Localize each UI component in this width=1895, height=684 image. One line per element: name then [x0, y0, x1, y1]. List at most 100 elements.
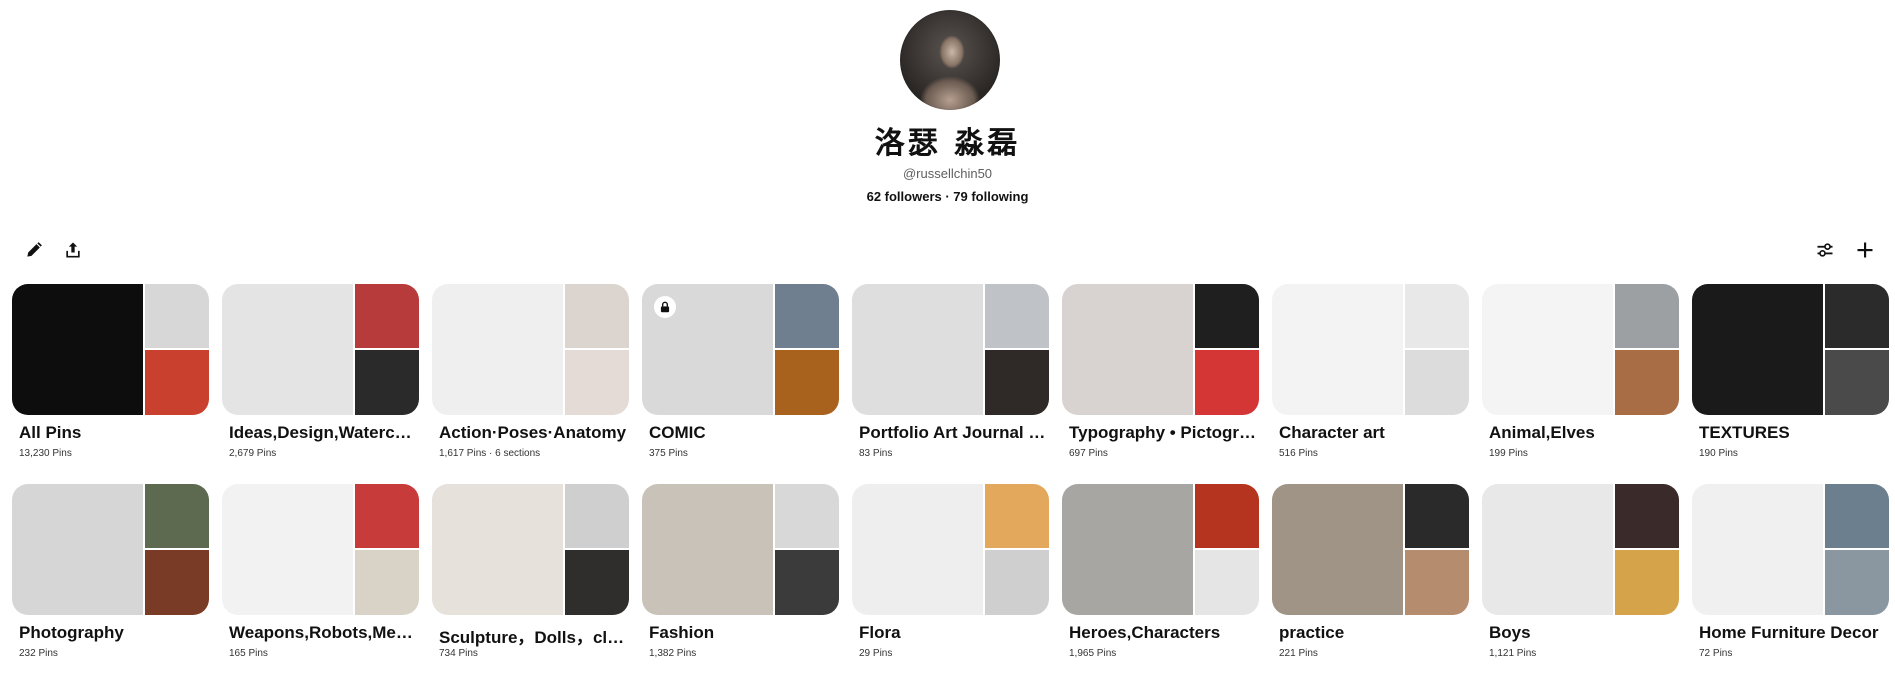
- board-cover-thumbnail: [1405, 284, 1469, 348]
- filter-button[interactable]: [1811, 236, 1839, 264]
- board-pin-count: 29 Pins: [859, 648, 893, 659]
- board-cover-main-image: [1062, 484, 1193, 615]
- board-pin-count: 375 Pins: [649, 448, 688, 459]
- create-button[interactable]: [1851, 236, 1879, 264]
- board-cover-main-image: [222, 484, 353, 615]
- board-cover[interactable]: [12, 484, 209, 615]
- board-card[interactable]: Flora 29 Pins: [852, 484, 1049, 684]
- board-cover-thumbnail: [1195, 350, 1259, 415]
- board-cover-thumbnail: [775, 484, 839, 548]
- board-cover[interactable]: [222, 484, 419, 615]
- board-cover[interactable]: [1062, 484, 1259, 615]
- board-pin-count: 1,617 Pins · 6 sections: [439, 448, 541, 459]
- board-pin-count: 232 Pins: [19, 648, 58, 659]
- board-card[interactable]: Boys 1,121 Pins: [1482, 484, 1679, 684]
- board-cover[interactable]: [1692, 284, 1889, 415]
- board-cover-thumbnail: [1195, 284, 1259, 348]
- board-card[interactable]: All Pins 13,230 Pins: [12, 284, 209, 484]
- board-card[interactable]: Character art 516 Pins: [1272, 284, 1469, 484]
- board-card[interactable]: Animal,Elves 199 Pins: [1482, 284, 1679, 484]
- board-cover-thumbnail: [985, 484, 1049, 548]
- board-cover-main-image: [1692, 284, 1823, 415]
- board-cover-main-image: [1482, 284, 1613, 415]
- board-cover-thumbnail: [145, 284, 209, 348]
- board-title: All Pins: [19, 423, 82, 442]
- board-title: Animal,Elves: [1489, 423, 1595, 442]
- board-cover[interactable]: [12, 284, 209, 415]
- board-cover-thumbnail: [1405, 484, 1469, 548]
- pencil-icon: [27, 242, 42, 257]
- board-cover-thumbnail: [565, 484, 629, 548]
- board-cover-thumbnail: [355, 350, 419, 415]
- board-card[interactable]: Heroes,Characters 1,965 Pins: [1062, 484, 1259, 684]
- board-title: Action·Poses·Anatomy: [439, 423, 627, 442]
- board-card[interactable]: Ideas,Design,Watercolor 2,679 Pins: [222, 284, 419, 484]
- plus-icon: [1857, 242, 1873, 258]
- board-cover-thumbnail: [985, 550, 1049, 615]
- board-cover[interactable]: [1692, 484, 1889, 615]
- board-cover-thumbnail: [355, 484, 419, 548]
- profile-handle: @russellchin50: [902, 166, 993, 181]
- board-cover[interactable]: [852, 284, 1049, 415]
- board-title: Typography • Pictograms: [1069, 423, 1259, 442]
- board-cover-thumbnail: [355, 284, 419, 348]
- board-title: Fashion: [649, 623, 715, 642]
- board-card[interactable]: Sculpture，Dolls，clays 734 Pins: [432, 484, 629, 684]
- board-card[interactable]: Weapons,Robots,Mechas 165 Pins: [222, 484, 419, 684]
- board-pin-count: 1,965 Pins: [1069, 648, 1117, 659]
- board-cover[interactable]: [1482, 484, 1679, 615]
- board-cover[interactable]: [1272, 484, 1469, 615]
- board-cover[interactable]: [852, 484, 1049, 615]
- board-cover-thumbnail: [1825, 284, 1889, 348]
- board-cover-main-image: [1272, 484, 1403, 615]
- board-cover[interactable]: [1062, 284, 1259, 415]
- sliders-icon: [1817, 243, 1833, 257]
- board-cover-thumbnail: [565, 350, 629, 415]
- board-cover-thumbnail: [1615, 484, 1679, 548]
- board-cover[interactable]: [1272, 284, 1469, 415]
- board-title: Heroes,Characters: [1069, 623, 1221, 642]
- board-pin-count: 83 Pins: [859, 448, 893, 459]
- board-cover-main-image: [12, 484, 143, 615]
- board-cover-main-image: [1692, 484, 1823, 615]
- board-card[interactable]: Action·Poses·Anatomy 1,617 Pins · 6 secti…: [432, 284, 629, 484]
- board-cover-thumbnail: [145, 484, 209, 548]
- board-pin-count: 221 Pins: [1279, 648, 1318, 659]
- board-cover-thumbnail: [145, 550, 209, 615]
- board-card[interactable]: practice 221 Pins: [1272, 484, 1469, 684]
- edit-button[interactable]: [20, 236, 48, 264]
- board-cover-thumbnail: [1615, 284, 1679, 348]
- board-cover[interactable]: [1482, 284, 1679, 415]
- board-cover-thumbnail: [145, 350, 209, 415]
- follow-stats[interactable]: 62 followers · 79 following: [0, 189, 1895, 204]
- board-pin-count: 1,121 Pins: [1489, 648, 1537, 659]
- board-card[interactable]: COMIC 375 Pins: [642, 284, 839, 484]
- board-card[interactable]: Photography 232 Pins: [12, 484, 209, 684]
- board-pin-count: 697 Pins: [1069, 448, 1108, 459]
- board-card[interactable]: TEXTURES 190 Pins: [1692, 284, 1889, 484]
- board-pin-count: 1,382 Pins: [649, 648, 697, 659]
- board-title: Flora: [859, 623, 901, 642]
- board-cover[interactable]: [642, 484, 839, 615]
- board-cover-main-image: [852, 484, 983, 615]
- board-card[interactable]: Portfolio Art Journal Sketchbook 83 Pins: [852, 284, 1049, 484]
- board-cover[interactable]: [642, 284, 839, 415]
- board-cover-thumbnail: [1615, 550, 1679, 615]
- board-cover-thumbnail: [565, 550, 629, 615]
- board-card[interactable]: Fashion 1,382 Pins: [642, 484, 839, 684]
- board-pin-count: 190 Pins: [1699, 448, 1738, 459]
- board-card[interactable]: Home Furniture Decor 72 Pins: [1692, 484, 1889, 684]
- board-cover[interactable]: [432, 484, 629, 615]
- board-card[interactable]: Typography • Pictograms 697 Pins: [1062, 284, 1259, 484]
- board-cover-thumbnail: [1405, 350, 1469, 415]
- upload-icon: [66, 242, 80, 258]
- board-title: practice: [1279, 623, 1345, 642]
- share-button[interactable]: [59, 236, 87, 264]
- board-cover-thumbnail: [1825, 550, 1889, 615]
- board-cover[interactable]: [222, 284, 419, 415]
- board-cover[interactable]: [432, 284, 629, 415]
- board-cover-thumbnail: [1405, 550, 1469, 615]
- avatar[interactable]: [900, 10, 1000, 110]
- board-cover-thumbnail: [775, 350, 839, 415]
- board-title: Home Furniture Decor: [1699, 623, 1879, 642]
